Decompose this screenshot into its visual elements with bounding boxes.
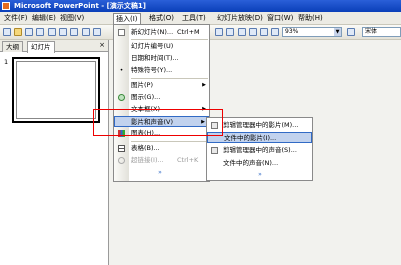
submenu-item-clip-sound[interactable]: 剪辑管理器中的声音(S)... [207,145,312,156]
slide-thumbnail[interactable] [12,57,100,123]
submenu-arrow-icon: ▶ [202,82,206,88]
menu-window[interactable]: 窗口(W) [265,13,295,23]
menu-item-new-slide[interactable]: 新幻灯片(N)... Ctrl+M [114,27,209,38]
slide-number: 1 [4,58,9,66]
special-symbol-icon: • [119,67,124,74]
menu-item-slide-number[interactable]: 幻灯片编号(U) [114,41,209,52]
diagram-icon [118,94,125,101]
powerpoint-app-icon [2,2,10,10]
font-value: 宋体 [365,28,378,35]
print-icon[interactable] [48,28,56,36]
new-icon[interactable] [3,28,11,36]
save-icon[interactable] [25,28,33,36]
zoom-select[interactable]: 93% ▼ [282,27,342,37]
permission-icon[interactable] [36,28,44,36]
menu-separator [131,39,208,40]
cut-icon[interactable] [93,28,101,36]
sound-icon [211,147,218,154]
submenu-item-sound-from-file[interactable]: 文件中的声音(N)... [207,158,312,169]
insert-diagram-icon[interactable] [260,28,268,36]
menu-separator [131,141,208,142]
tab-outline[interactable]: 大纲 [2,41,23,52]
menu-item-hyperlink[interactable]: 超链接(I)... Ctrl+K [114,155,209,166]
hyperlink-icon [118,157,125,164]
chevron-down-icon[interactable]: ▼ [334,28,341,36]
color-grayscale-icon[interactable] [271,28,279,36]
open-icon[interactable] [14,28,22,36]
research-icon[interactable] [82,28,90,36]
insert-textbox-icon[interactable] [238,28,246,36]
menu-separator [131,78,208,79]
tab-slides[interactable]: 幻灯片 [27,41,55,53]
help-icon[interactable] [347,28,355,36]
pane-tabs: 大纲 幻灯片 × [0,40,108,53]
expand-menu-icon[interactable]: » [154,169,166,177]
window-title: Microsoft PowerPoint - [演示文稿1] [14,2,146,10]
print-preview-icon[interactable] [59,28,67,36]
close-icon[interactable]: × [99,41,105,50]
menu-item-table[interactable]: 表格(B)... [114,143,209,154]
menu-item-special-symbol[interactable]: • 特殊符号(Y)... [114,65,209,76]
insert-table-icon[interactable] [215,28,223,36]
title-bar: Microsoft PowerPoint - [演示文稿1] [0,0,401,12]
menu-view[interactable]: 视图(V) [58,13,86,23]
menu-slideshow[interactable]: 幻灯片放映(D) [215,13,265,23]
spelling-icon[interactable] [70,28,78,36]
menu-file[interactable]: 文件(F) [2,13,30,23]
slides-pane: 大纲 幻灯片 × 1 [0,40,109,265]
font-select[interactable]: 宋体 [362,27,401,37]
menu-edit[interactable]: 编辑(E) [30,13,58,23]
menu-item-date-time[interactable]: 日期和时间(T)... [114,53,209,64]
zoom-value: 93% [285,28,299,35]
expand-submenu-icon[interactable]: » [254,171,266,179]
menu-help[interactable]: 帮助(H) [296,13,325,23]
menu-format[interactable]: 格式(O) [147,13,176,23]
annotation-highlight-box [93,109,223,136]
menu-insert[interactable]: 插入(I) [113,13,141,24]
insert-menu: 新幻灯片(N)... Ctrl+M 幻灯片编号(U) 日期和时间(T)... •… [113,24,210,182]
menu-item-diagram[interactable]: 图示(G)... [114,92,209,103]
new-slide-icon [118,29,125,36]
menu-item-picture[interactable]: 图片(P) ▶ [114,80,209,91]
insert-wordart-icon[interactable] [249,28,257,36]
menu-tools[interactable]: 工具(T) [180,13,208,23]
insert-chart-icon[interactable] [226,28,234,36]
table-icon [118,145,125,152]
